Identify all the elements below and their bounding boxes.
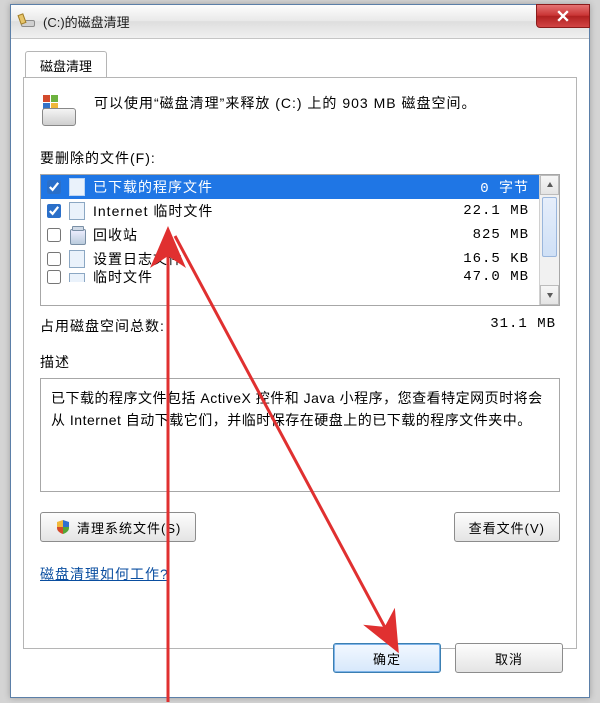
scroll-thumb[interactable] — [542, 197, 557, 257]
file-list-row[interactable]: Internet 临时文件22.1 MB — [41, 199, 539, 223]
window-title: (C:)的磁盘清理 — [43, 12, 130, 31]
total-value: 31.1 MB — [490, 316, 560, 336]
drive-windows-icon — [40, 92, 80, 132]
document-icon — [69, 250, 85, 268]
scroll-down-button[interactable] — [540, 285, 559, 305]
cancel-button[interactable]: 取消 — [455, 643, 563, 673]
description-label: 描述 — [40, 352, 560, 372]
recycle-bin-icon — [69, 226, 85, 244]
total-row: 占用磁盘空间总数: 31.1 MB — [40, 316, 560, 336]
help-link[interactable]: 磁盘清理如何工作? — [40, 564, 169, 584]
file-row-checkbox[interactable] — [47, 204, 61, 218]
file-row-name: 设置日志文件 — [93, 249, 447, 269]
file-row-size: 47.0 MB — [447, 269, 539, 285]
file-list: 已下载的程序文件0 字节Internet 临时文件22.1 MB回收站825 M… — [40, 174, 560, 306]
file-row-name: Internet 临时文件 — [93, 201, 447, 221]
file-row-size: 22.1 MB — [447, 203, 539, 219]
disk-cleanup-icon — [19, 14, 37, 30]
ok-label: 确定 — [373, 649, 401, 668]
document-icon — [69, 273, 85, 282]
document-icon — [69, 178, 85, 196]
ok-button[interactable]: 确定 — [333, 643, 441, 673]
file-row-checkbox[interactable] — [47, 180, 61, 194]
file-row-size: 16.5 KB — [447, 251, 539, 267]
description-box: 已下载的程序文件包括 ActiveX 控件和 Java 小程序，您查看特定网页时… — [40, 378, 560, 492]
help-link-text: 磁盘清理如何工作? — [40, 566, 169, 582]
shield-icon — [55, 519, 71, 535]
tab-label: 磁盘清理 — [40, 59, 92, 74]
file-row-name: 已下载的程序文件 — [93, 177, 447, 197]
cancel-label: 取消 — [495, 649, 523, 668]
close-button[interactable] — [536, 4, 590, 28]
titlebar[interactable]: (C:)的磁盘清理 — [11, 5, 589, 39]
files-to-delete-label: 要删除的文件(F): — [40, 148, 560, 168]
disk-cleanup-dialog: (C:)的磁盘清理 磁盘清理 可以使用“磁盘清理”来释放 (C:) 上的 903… — [10, 4, 590, 698]
intro-text: 可以使用“磁盘清理”来释放 (C:) 上的 903 MB 磁盘空间。 — [94, 92, 476, 132]
file-row-checkbox[interactable] — [47, 270, 61, 284]
file-list-row[interactable]: 已下载的程序文件0 字节 — [41, 175, 539, 199]
tab-disk-cleanup[interactable]: 磁盘清理 — [25, 51, 107, 80]
file-row-size: 825 MB — [447, 227, 539, 243]
description-text: 已下载的程序文件包括 ActiveX 控件和 Java 小程序，您查看特定网页时… — [51, 390, 543, 428]
file-row-name: 回收站 — [93, 225, 447, 245]
view-files-label: 查看文件(V) — [469, 518, 545, 537]
scroll-up-button[interactable] — [540, 175, 559, 195]
document-icon — [69, 202, 85, 220]
view-files-button[interactable]: 查看文件(V) — [454, 512, 560, 542]
clean-system-files-button[interactable]: 清理系统文件(S) — [40, 512, 196, 542]
close-icon — [557, 10, 569, 22]
file-list-row[interactable]: 临时文件47.0 MB — [41, 271, 539, 283]
scroll-track[interactable] — [540, 259, 559, 285]
intro-row: 可以使用“磁盘清理”来释放 (C:) 上的 903 MB 磁盘空间。 — [40, 92, 560, 132]
total-label: 占用磁盘空间总数: — [40, 316, 490, 336]
file-row-name: 临时文件 — [93, 267, 447, 287]
file-row-checkbox[interactable] — [47, 228, 61, 242]
scrollbar[interactable] — [539, 175, 559, 305]
file-row-checkbox[interactable] — [47, 252, 61, 266]
file-list-row[interactable]: 回收站825 MB — [41, 223, 539, 247]
clean-system-files-label: 清理系统文件(S) — [77, 518, 181, 537]
file-row-size: 0 字节 — [447, 177, 539, 197]
tab-panel: 可以使用“磁盘清理”来释放 (C:) 上的 903 MB 磁盘空间。 要删除的文… — [23, 77, 577, 649]
